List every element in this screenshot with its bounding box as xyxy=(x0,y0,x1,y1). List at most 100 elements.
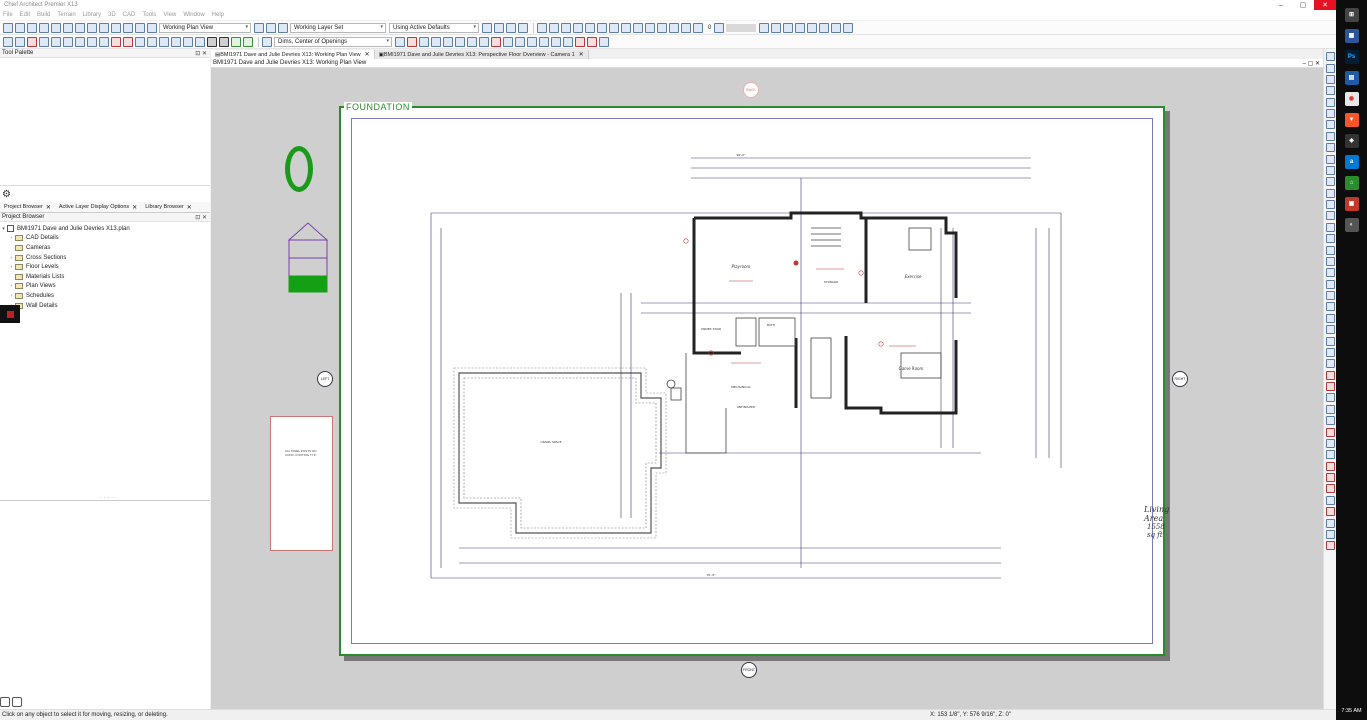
menu-3d[interactable]: 3D xyxy=(108,12,116,18)
chevron-up-icon[interactable] xyxy=(714,22,725,33)
back-elevation-marker[interactable]: BACK xyxy=(743,82,759,98)
dash-line-icon[interactable] xyxy=(503,36,513,47)
view-window-controls[interactable]: – ▢ ✕ xyxy=(1303,60,1320,67)
marker-icon[interactable] xyxy=(407,36,417,47)
pin-close-icon[interactable]: ⊡ ✕ xyxy=(195,50,207,57)
dimension-tool-icon[interactable] xyxy=(1325,279,1335,289)
mirror-icon[interactable] xyxy=(539,36,549,47)
explode-icon[interactable] xyxy=(1325,541,1335,551)
fill-window-icon[interactable] xyxy=(783,22,794,33)
polyline-tool-icon[interactable] xyxy=(1325,359,1335,369)
photoshop-icon[interactable]: Ps xyxy=(1344,49,1359,64)
trim-icon[interactable] xyxy=(587,36,597,47)
plan-view-dropdown[interactable]: Working Plan View ▾ xyxy=(159,22,251,33)
layer-icon[interactable] xyxy=(254,22,264,33)
angle-icon[interactable] xyxy=(1325,256,1335,266)
copy-tool-icon[interactable] xyxy=(1325,438,1335,448)
maximize-button[interactable]: ▢ xyxy=(1292,0,1314,10)
floor-level-widget[interactable] xyxy=(288,222,328,294)
cabinet-icon[interactable] xyxy=(561,22,571,33)
spline-tool-icon[interactable] xyxy=(1325,347,1335,357)
windows-start-icon[interactable]: ⊞ xyxy=(1344,7,1359,22)
menu-view[interactable]: View xyxy=(163,12,176,18)
room-icon[interactable] xyxy=(549,22,559,33)
section-icon[interactable] xyxy=(1325,177,1335,187)
polyline-icon[interactable] xyxy=(431,36,441,47)
reflect-icon[interactable] xyxy=(563,36,573,47)
rooms-icon[interactable] xyxy=(75,36,85,47)
eye-icon[interactable] xyxy=(278,22,288,33)
right-elevation-marker[interactable]: RIGHT xyxy=(1172,371,1188,387)
delete-icon[interactable] xyxy=(123,22,133,33)
edit-text-icon[interactable] xyxy=(395,36,405,47)
framing-icon[interactable] xyxy=(87,36,97,47)
object-snap-icon[interactable] xyxy=(1325,268,1335,278)
terrain-icon[interactable] xyxy=(657,22,667,33)
copy-icon[interactable] xyxy=(63,22,73,33)
paste-icon[interactable] xyxy=(75,22,85,33)
grid-icon[interactable] xyxy=(795,22,806,33)
wall-icon[interactable] xyxy=(482,22,492,33)
window-icon[interactable] xyxy=(585,22,595,33)
roof-icon[interactable] xyxy=(111,36,121,47)
rotate-icon[interactable] xyxy=(1325,404,1335,414)
mirror-icon[interactable] xyxy=(1325,427,1335,437)
file-explorer-icon[interactable]: ▦ xyxy=(1344,28,1359,43)
home-designer-icon[interactable]: ⌂ xyxy=(1344,175,1359,190)
walls-icon[interactable] xyxy=(15,36,25,47)
zoom-in-icon[interactable] xyxy=(1325,74,1335,84)
resize-icon[interactable] xyxy=(1325,416,1335,426)
circle-icon[interactable] xyxy=(455,36,465,47)
layer-icon[interactable] xyxy=(1325,188,1335,198)
recorder-icon[interactable]: ◐ xyxy=(1344,217,1359,232)
group-icon[interactable] xyxy=(1325,529,1335,539)
delete-tool-icon[interactable] xyxy=(1325,370,1335,380)
pan-icon[interactable] xyxy=(1325,97,1335,107)
plants-icon[interactable] xyxy=(231,36,241,47)
tab-active-layer-display[interactable]: Active Layer Display Options ✕ xyxy=(55,204,141,211)
windows-icon[interactable] xyxy=(51,36,61,47)
extend-icon[interactable] xyxy=(599,36,609,47)
fill-window-icon[interactable] xyxy=(1325,120,1335,130)
zoom-in-icon[interactable] xyxy=(759,22,770,33)
menu-window[interactable]: Window xyxy=(183,12,204,18)
dimension-dropdown[interactable]: Dims, Center of Openings ▾ xyxy=(274,36,392,47)
door-icon[interactable] xyxy=(573,22,583,33)
electrical-icon[interactable] xyxy=(99,36,109,47)
snap-icon[interactable] xyxy=(807,22,818,33)
undo-zoom-icon[interactable] xyxy=(1325,109,1335,119)
front-elevation-marker[interactable]: FRONT xyxy=(741,662,757,678)
menu-file[interactable]: File xyxy=(3,12,13,18)
pdf-icon[interactable]: ▣ xyxy=(1344,196,1359,211)
refresh-icon[interactable] xyxy=(12,697,22,707)
zoom-out-icon[interactable] xyxy=(771,22,782,33)
gear-icon[interactable]: ⚙ xyxy=(2,189,11,200)
tree-item[interactable]: › Cross Sections xyxy=(0,253,210,263)
fill-style-icon[interactable] xyxy=(207,36,217,47)
chamfer-icon[interactable] xyxy=(1325,495,1335,505)
menu-build[interactable]: Build xyxy=(37,12,50,18)
minimize-button[interactable]: – xyxy=(1270,0,1292,10)
tab-perspective-camera[interactable]: ▣ BMI1971 Dave and Julie Devries X13: Pe… xyxy=(374,50,589,59)
help-icon[interactable] xyxy=(135,22,145,33)
dimension-icon[interactable] xyxy=(621,22,631,33)
chief-architect-icon[interactable]: ◈ xyxy=(1344,133,1359,148)
terrain-tool-icon[interactable] xyxy=(159,36,169,47)
defaults-dropdown[interactable]: Using Active Defaults ▾ xyxy=(389,22,479,33)
fill-icon[interactable] xyxy=(681,22,691,33)
home-icon[interactable] xyxy=(537,22,547,33)
calculator-icon[interactable]: ▤ xyxy=(1344,70,1359,85)
camera-tool-icon[interactable] xyxy=(1325,154,1335,164)
move-icon[interactable] xyxy=(1325,393,1335,403)
drawing-canvas[interactable]: 0 2x4 STEEL POSTS ON CONC. FOOTING TYP. … xyxy=(211,68,1323,710)
stair-icon[interactable] xyxy=(645,22,655,33)
library-icon[interactable] xyxy=(1325,222,1335,232)
grid-icon[interactable] xyxy=(1325,245,1335,255)
3d-view-icon[interactable] xyxy=(843,22,854,33)
text-tool-icon[interactable] xyxy=(1325,291,1335,301)
store-icon[interactable]: a xyxy=(1344,154,1359,169)
zoom-out-icon[interactable] xyxy=(1325,86,1335,96)
trim-icon[interactable] xyxy=(1325,507,1335,517)
tree-item[interactable]: › Schedules xyxy=(0,291,210,301)
cad-icon[interactable] xyxy=(171,36,181,47)
